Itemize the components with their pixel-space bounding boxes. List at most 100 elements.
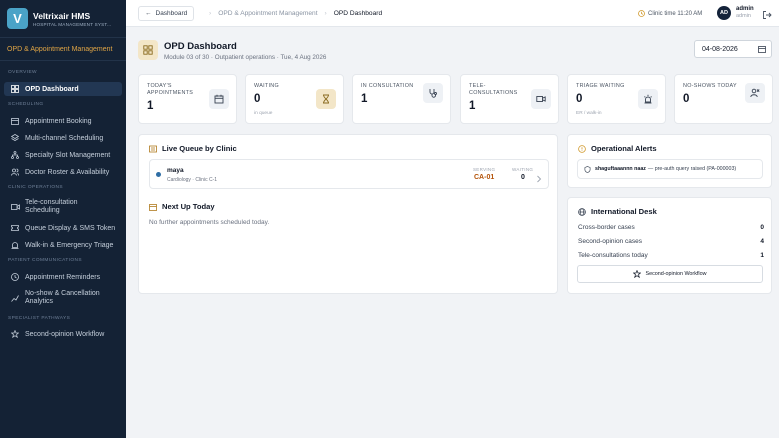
second-opinion-workflow-button[interactable]: Second-opinion Workflow xyxy=(577,265,763,283)
sidebar-item-label: Appointment Booking xyxy=(25,117,92,125)
app-name: Veltrixair HMS xyxy=(33,10,91,21)
desk-row-second-opinion: Second-opinion cases 4 xyxy=(578,238,764,245)
star-icon xyxy=(633,270,642,278)
app-subtitle: HOSPITAL MANAGEMENT SYST... xyxy=(33,21,112,27)
kpi-value: 0 xyxy=(683,93,690,105)
sidebar-item-specialty-slot[interactable]: Specialty Slot Management xyxy=(0,148,116,162)
avatar[interactable]: AD xyxy=(717,6,731,20)
calendar-icon xyxy=(209,89,229,109)
network-icon xyxy=(10,151,20,159)
sidebar-item-opd-dashboard[interactable]: OPD Dashboard xyxy=(4,82,122,96)
siren-icon xyxy=(638,89,658,109)
clock-icon xyxy=(10,273,20,281)
star-icon xyxy=(10,330,20,338)
chevron-right-icon[interactable] xyxy=(536,170,542,188)
kpi-label: WAITING xyxy=(254,83,279,89)
page-subtitle: Module 03 of 30 · Outpatient operations … xyxy=(164,54,327,61)
waiting-value: 0 xyxy=(521,174,525,181)
next-up-title: Next Up Today xyxy=(149,202,215,211)
page-title: OPD Dashboard xyxy=(164,41,237,52)
user-info[interactable]: admin admin xyxy=(736,6,754,20)
sidebar-item-label: Specialty Slot Management xyxy=(25,151,111,159)
waiting-label: WAITING xyxy=(512,167,534,172)
clinic-time-text: Clinic time 11:20 AM xyxy=(648,10,703,17)
section-scheduling: SCHEDULING xyxy=(8,102,44,107)
hourglass-icon xyxy=(316,89,336,109)
chart-line-icon xyxy=(10,294,20,302)
sidebar-item-appointment-booking[interactable]: Appointment Booking xyxy=(0,114,98,128)
queue-clinic-sub: Cardiology · Clinic C-1 xyxy=(167,177,218,183)
sidebar-item-label: Appointment Reminders xyxy=(25,273,101,281)
breadcrumb: › OPD & Appointment Management › OPD Das… xyxy=(202,0,382,27)
sidebar-item-noshow[interactable]: No-show & Cancellation Analytics xyxy=(0,288,113,308)
sidebar-item-doctor-roster[interactable]: Doctor Roster & Availability xyxy=(0,165,115,179)
kpi-value: 1 xyxy=(147,100,154,112)
kpi-noshows: NO-SHOWS TODAY 0 xyxy=(674,74,773,124)
kpi-note: in queue xyxy=(254,111,273,116)
kpi-today-appointments: TODAY'S APPOINTMENTS 1 xyxy=(138,74,237,124)
clinic-time: Clinic time 11:20 AM xyxy=(638,0,702,27)
operational-alerts-card: Operational Alerts shaguftaaannn naaz — … xyxy=(567,134,772,188)
calendar-icon[interactable] xyxy=(758,45,766,55)
sidebar-item-queue-display[interactable]: Queue Display & SMS Token xyxy=(0,221,121,235)
sidebar-item-reminders[interactable]: Appointment Reminders xyxy=(0,270,106,284)
calendar-icon xyxy=(149,203,157,211)
sidebar-item-label: Doctor Roster & Availability xyxy=(25,168,110,176)
topbar: ← Dashboard › OPD & Appointment Manageme… xyxy=(126,0,779,27)
sidebar-item-multichannel[interactable]: Multi-channel Scheduling xyxy=(0,131,109,145)
breadcrumb-current: OPD Dashboard xyxy=(333,10,383,17)
alerts-title: Operational Alerts xyxy=(578,144,657,153)
sidebar-item-teleconsult[interactable]: Tele-consultation Scheduling xyxy=(0,197,111,217)
desk-row-teleconsult: Tele-consultations today 1 xyxy=(578,252,764,259)
sidebar-item-label: Walk-in & Emergency Triage xyxy=(25,241,114,249)
alert-item[interactable]: shaguftaaannn naaz — pre-auth query rais… xyxy=(577,159,763,179)
globe-icon xyxy=(578,207,586,216)
status-dot xyxy=(156,172,161,177)
video-icon xyxy=(531,89,551,109)
brand[interactable]: V Veltrixair HMS HOSPITAL MANAGEMENT SYS… xyxy=(0,0,126,37)
sidebar-item-label: Tele-consultation Scheduling xyxy=(25,199,78,214)
clock-icon xyxy=(638,10,645,17)
breadcrumb-parent[interactable]: OPD & Appointment Management xyxy=(218,10,317,17)
sidebar-item-label: Multi-channel Scheduling xyxy=(25,134,104,142)
queue-item[interactable]: maya Cardiology · Clinic C-1 SERVING CA-… xyxy=(149,159,549,189)
video-icon xyxy=(10,203,20,211)
international-desk-card: International Desk Cross-border cases 0 S… xyxy=(567,197,772,294)
ticket-icon xyxy=(10,224,20,232)
shield-icon xyxy=(584,165,591,173)
alert-circle-icon xyxy=(578,144,586,153)
live-queue-title: Live Queue by Clinic xyxy=(149,144,237,153)
logout-icon[interactable] xyxy=(762,7,772,25)
queue-clinic-name: maya xyxy=(167,167,184,174)
intl-desk-title: International Desk xyxy=(578,207,657,216)
kpi-triage-waiting: TRIAGE WAITING 0 ER / walk-in xyxy=(567,74,666,124)
user-role: admin xyxy=(736,13,751,19)
kpi-label: NO-SHOWS TODAY xyxy=(683,83,737,89)
sidebar-item-label: Queue Display & SMS Token xyxy=(25,224,116,232)
kpi-label: TRIAGE WAITING xyxy=(576,83,625,89)
date-picker[interactable]: 04-08-2026 xyxy=(694,40,772,58)
empty-state-text: No further appointments scheduled today. xyxy=(149,219,270,226)
chevron-right-icon: › xyxy=(209,10,212,17)
back-button[interactable]: ← Dashboard xyxy=(138,6,195,21)
kpi-value: 0 xyxy=(576,93,583,105)
section-overview: OVERVIEW xyxy=(8,70,37,75)
kpi-label: IN CONSULTATION xyxy=(361,83,414,89)
kpi-value: 1 xyxy=(469,100,476,112)
grid-icon xyxy=(10,85,20,93)
sidebar: V Veltrixair HMS HOSPITAL MANAGEMENT SYS… xyxy=(0,0,126,438)
alert-text: — pre-auth query raised (PA-000003) xyxy=(647,166,737,172)
arrow-left-icon: ← xyxy=(145,10,152,17)
kpi-note: ER / walk-in xyxy=(576,111,602,116)
user-x-icon xyxy=(745,83,765,103)
list-icon xyxy=(149,145,157,152)
kpi-value: 1 xyxy=(361,93,368,105)
users-icon xyxy=(10,168,20,176)
section-patient-comms: PATIENT COMMUNICATIONS xyxy=(8,258,83,263)
sidebar-item-second-opinion[interactable]: Second-opinion Workflow xyxy=(0,327,110,341)
app-logo: V xyxy=(7,8,28,29)
desk-row-cross-border: Cross-border cases 0 xyxy=(578,224,764,231)
sidebar-item-walkin-triage[interactable]: Walk-in & Emergency Triage xyxy=(0,238,119,252)
sidebar-item-label: No-show & Cancellation Analytics xyxy=(25,290,100,305)
kpi-label: TELE-CONSULTATIONS xyxy=(469,83,518,96)
